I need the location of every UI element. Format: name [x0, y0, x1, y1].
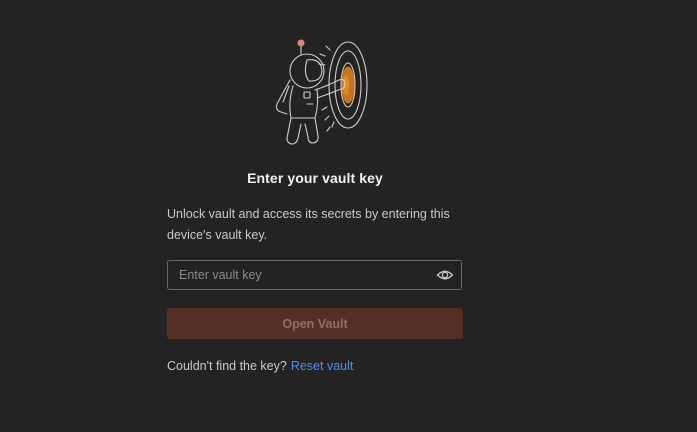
astronaut-vault-illustration [255, 34, 375, 154]
vault-unlock-screen: Enter your vault key Unlock vault and ac… [0, 0, 697, 432]
open-vault-button[interactable]: Open Vault [167, 308, 463, 339]
reset-prompt-text: Couldn't find the key? [167, 359, 287, 373]
vault-key-field [167, 260, 462, 290]
instructions-text: Unlock vault and access its secrets by e… [167, 207, 450, 242]
vault-key-input[interactable] [168, 261, 428, 289]
page-title: Enter your vault key [247, 170, 383, 186]
eye-icon[interactable] [436, 267, 454, 283]
reset-vault-link[interactable]: Reset vault [291, 359, 354, 373]
reset-prompt: Couldn't find the key? Reset vault [167, 358, 353, 374]
